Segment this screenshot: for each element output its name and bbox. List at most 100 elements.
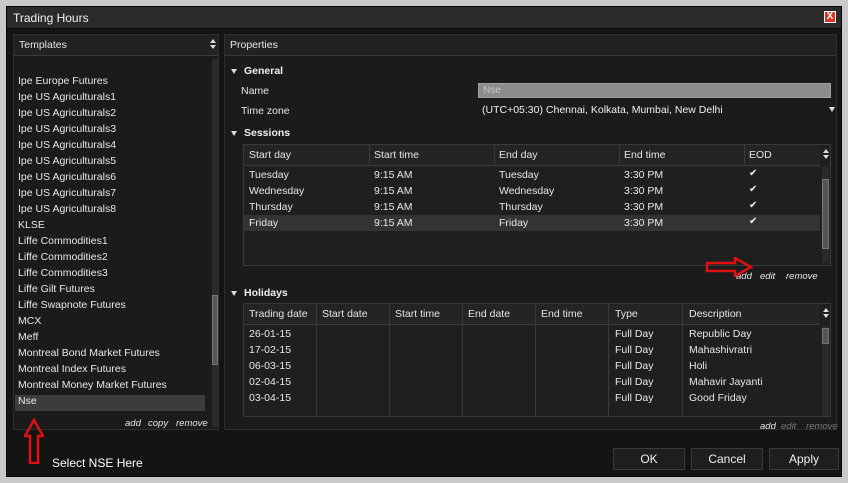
holiday-remove-link[interactable]: remove <box>806 421 838 432</box>
eod-checkbox[interactable]: ✔ <box>749 200 757 211</box>
general-section-toggle[interactable]: General <box>231 65 283 77</box>
template-list-item[interactable]: Ipe US Agriculturals4 <box>18 139 116 151</box>
trading-hours-window: Trading Hours X Templates Ipe Europe Fut… <box>6 6 842 477</box>
sessions-scroll-thumb[interactable] <box>822 179 829 249</box>
column-divider[interactable] <box>744 145 745 165</box>
holidays-column-header[interactable]: Description <box>689 308 742 320</box>
holiday-cell: Full Day <box>615 392 654 404</box>
template-list-item[interactable]: Montreal Index Futures <box>18 363 126 375</box>
session-cell: 3:30 PM <box>624 185 664 197</box>
holidays-column-header[interactable]: Start date <box>322 308 368 320</box>
template-list-item[interactable]: MCX <box>18 315 41 327</box>
template-list-item[interactable]: Ipe US Agriculturals1 <box>18 91 116 103</box>
session-row[interactable]: Wednesday 9:15 AM Wednesday 3:30 PM ✔ <box>244 183 820 199</box>
templates-sort-spinner-icon[interactable] <box>210 37 216 53</box>
holiday-cell: 02-04-15 <box>249 376 292 388</box>
holidays-scrollbar[interactable] <box>822 326 829 416</box>
column-divider[interactable] <box>494 145 495 165</box>
session-cell: 9:15 AM <box>374 185 413 197</box>
template-list-item[interactable]: Liffe Swapnote Futures <box>18 299 126 311</box>
timezone-select[interactable]: (UTC+05:30) Chennai, Kolkata, Mumbai, Ne… <box>478 103 839 118</box>
template-list-item[interactable]: Montreal Bond Market Futures <box>18 347 160 359</box>
session-cell: Tuesday <box>249 169 289 181</box>
template-list-item[interactable]: Liffe Commodities2 <box>18 251 108 263</box>
timezone-value: (UTC+05:30) Chennai, Kolkata, Mumbai, Ne… <box>482 104 723 116</box>
ok-button[interactable]: OK <box>613 448 685 470</box>
template-list-item[interactable]: Montreal Money Market Futures <box>18 379 167 391</box>
template-list-item[interactable]: Ipe US Agriculturals3 <box>18 123 116 135</box>
properties-panel: Properties General Name Time zone Nse (U… <box>224 34 839 432</box>
holiday-cell: Good Friday <box>689 392 747 404</box>
template-list-item[interactable]: Liffe Commodities1 <box>18 235 108 247</box>
template-list-item[interactable]: Ipe US Agriculturals8 <box>18 203 116 215</box>
session-row[interactable]: Friday 9:15 AM Friday 3:30 PM ✔ <box>244 215 820 231</box>
sessions-grid-header: Start day Start time End day End time EOD <box>244 145 820 166</box>
holidays-column-header[interactable]: Trading date <box>249 308 308 320</box>
session-cell: 3:30 PM <box>624 201 664 213</box>
sessions-section-toggle[interactable]: Sessions <box>231 127 290 139</box>
sessions-column-header[interactable]: End time <box>624 149 665 161</box>
template-add-link[interactable]: add <box>125 418 141 429</box>
holidays-column-header[interactable]: End date <box>468 308 510 320</box>
session-cell: 3:30 PM <box>624 217 664 229</box>
templates-scrollbar[interactable] <box>212 59 218 427</box>
session-cell: Thursday <box>249 201 293 213</box>
template-copy-link[interactable]: copy <box>148 418 168 429</box>
sessions-sort-spinner-icon[interactable] <box>823 147 829 163</box>
template-list-item[interactable]: Ipe US Agriculturals7 <box>18 187 116 199</box>
name-field[interactable]: Nse <box>478 83 831 98</box>
cancel-button[interactable]: Cancel <box>691 448 763 470</box>
template-remove-link[interactable]: remove <box>176 418 208 429</box>
templates-header-label: Templates <box>19 39 67 51</box>
window-title: Trading Hours <box>13 11 89 25</box>
templates-scroll-thumb[interactable] <box>212 295 218 365</box>
holiday-row[interactable]: 26-01-15 Full Day Republic Day <box>244 326 820 342</box>
template-list-item[interactable]: Ipe US Agriculturals2 <box>18 107 116 119</box>
column-divider[interactable] <box>369 145 370 165</box>
template-list-item[interactable]: Nse <box>18 395 37 407</box>
sessions-column-header[interactable]: Start time <box>374 149 419 161</box>
holiday-cell: 26-01-15 <box>249 328 292 340</box>
holiday-cell: Mahavir Jayanti <box>689 376 763 388</box>
holiday-row[interactable]: 03-04-15 Full Day Good Friday <box>244 390 820 406</box>
sessions-column-header[interactable]: Start day <box>249 149 291 161</box>
eod-checkbox[interactable]: ✔ <box>749 168 757 179</box>
holidays-scroll-thumb[interactable] <box>822 328 829 344</box>
holidays-sort-spinner-icon[interactable] <box>823 306 829 322</box>
session-row[interactable]: Thursday 9:15 AM Thursday 3:30 PM ✔ <box>244 199 820 215</box>
holiday-row[interactable]: 02-04-15 Full Day Mahavir Jayanti <box>244 374 820 390</box>
session-cell: Thursday <box>499 201 543 213</box>
holidays-section-toggle[interactable]: Holidays <box>231 287 288 299</box>
holiday-cell: Full Day <box>615 344 654 356</box>
name-label: Name <box>241 85 270 97</box>
close-button[interactable]: X <box>824 11 836 23</box>
template-list-item[interactable]: KLSE <box>18 219 45 231</box>
holidays-column-header[interactable]: Start time <box>395 308 440 320</box>
eod-checkbox[interactable]: ✔ <box>749 184 757 195</box>
properties-header: Properties <box>225 35 836 56</box>
eod-checkbox[interactable]: ✔ <box>749 216 757 227</box>
session-row[interactable]: Tuesday 9:15 AM Tuesday 3:30 PM ✔ <box>244 167 820 183</box>
template-list-item[interactable]: Ipe US Agriculturals6 <box>18 171 116 183</box>
sessions-column-header[interactable]: EOD <box>749 149 772 161</box>
template-list-item[interactable]: Liffe Commodities3 <box>18 267 108 279</box>
template-list-item[interactable]: Liffe Gilt Futures <box>18 283 95 295</box>
template-list-item[interactable]: Meff <box>18 331 38 343</box>
holidays-column-header[interactable]: End time <box>541 308 582 320</box>
session-cell: 3:30 PM <box>624 169 664 181</box>
sessions-scrollbar[interactable] <box>822 167 829 263</box>
holiday-row[interactable]: 06-03-15 Full Day Holi <box>244 358 820 374</box>
column-divider[interactable] <box>619 145 620 165</box>
session-edit-link[interactable]: edit <box>760 271 775 282</box>
holiday-row[interactable]: 17-02-15 Full Day Mahashivratri <box>244 342 820 358</box>
holiday-edit-link[interactable]: edit <box>781 421 796 432</box>
session-remove-link[interactable]: remove <box>786 271 818 282</box>
template-list-item[interactable]: Ipe US Agriculturals5 <box>18 155 116 167</box>
holidays-column-header[interactable]: Type <box>615 308 638 320</box>
sessions-column-header[interactable]: End day <box>499 149 538 161</box>
template-list-item[interactable]: Ipe Europe Futures <box>18 75 108 87</box>
holiday-add-link[interactable]: add <box>760 421 776 432</box>
session-cell: 9:15 AM <box>374 169 413 181</box>
session-cell: 9:15 AM <box>374 201 413 213</box>
apply-button[interactable]: Apply <box>769 448 839 470</box>
